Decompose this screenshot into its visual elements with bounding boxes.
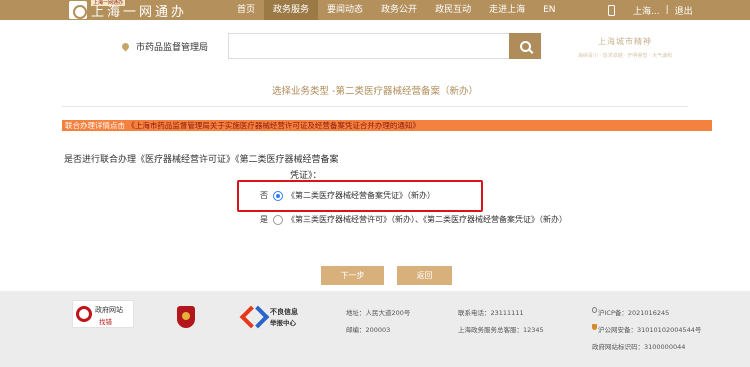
search-icon (519, 40, 531, 52)
location-selector[interactable]: 市药品监督管理局 (120, 40, 209, 53)
logo-mark-icon (69, 1, 87, 19)
gov-site-error-badge[interactable]: 政府网站 找错 (72, 300, 134, 328)
footer-tel: 联系电话：23111111 (458, 309, 524, 317)
magnifier-icon (76, 306, 92, 322)
joint-question-line1: 是否进行联合办理《医疗器械经营许可证》《第二类医疗器械经营备案 (64, 155, 339, 165)
location-pin-icon (120, 41, 131, 52)
option-yes-radio[interactable] (273, 214, 283, 225)
search-button[interactable] (509, 33, 541, 59)
top-nav-bar: 上海一网通办 上海一网通办 首页 政务服务 要闻动态 政务公开 政民互动 走进上… (0, 0, 750, 20)
main-nav: 首页 政务服务 要闻动态 政务公开 政民互动 走进上海 EN (228, 0, 565, 20)
search-input[interactable] (228, 33, 510, 59)
footer-icp[interactable]: 沪ICP备：2021016245 (598, 307, 669, 317)
logo-title: 上海一网通办 (91, 5, 188, 20)
icp-icon (592, 307, 597, 313)
nav-item-news[interactable]: 要闻动态 (318, 0, 372, 20)
badge-subtitle: 找错 (99, 318, 112, 326)
logout-link[interactable]: 退出 (675, 4, 693, 17)
footer-site-code: 政府网站标识码：3100000044 (592, 343, 686, 351)
notice-bar: 联合办理详情点击 《上海市药品监督管理局关于实施医疗器械经营许可证及经营备案凭证… (62, 120, 712, 131)
police-badge-icon (592, 324, 597, 330)
nav-item-shanghai[interactable]: 走进上海 (480, 0, 534, 20)
option-no-key: 否 (260, 191, 268, 200)
notice-label: 联合办理详情点击 (65, 121, 125, 130)
party-emblem-icon[interactable] (177, 306, 195, 328)
location-label: 市药品监督管理局 (136, 43, 209, 53)
footer-hotline: 上海政务服务总客服：12345 (458, 326, 544, 334)
divider (62, 106, 688, 107)
footer-address: 地址：人民大道200号 (346, 309, 411, 317)
option-yes-key: 是 (260, 215, 268, 224)
option-no-label: 《第二类医疗器械经营备案凭证》（新办） (287, 191, 435, 200)
site-logo[interactable]: 上海一网通办 上海一网通办 (69, 0, 211, 20)
nav-item-home[interactable]: 首页 (228, 0, 264, 20)
badge-title: 政府网站 (95, 306, 123, 314)
user-separator: | (665, 5, 669, 15)
notice-link[interactable]: 《上海市药品监督管理局关于实施医疗器械经营许可证及经营备案凭证合并办理的通知》 (127, 121, 420, 130)
option-yes[interactable]: 是 《第三类医疗器械经营许可》（新办）、《第二类医疗器械经营备案凭证》（新办） (260, 214, 567, 225)
slogan-title: 上海城市精神 (598, 37, 652, 46)
user-name[interactable]: 上海... (633, 4, 660, 17)
back-button[interactable]: 返回 (397, 266, 452, 285)
report-center-icon[interactable] (243, 307, 263, 323)
footer-postcode: 邮编：200003 (346, 326, 391, 334)
footer-police-record[interactable]: 沪公网安备：31010102004544号 (598, 324, 701, 334)
slogan-subtitle: 海纳百川 · 追求卓越 · 开明睿智 · 大气谦和 (577, 53, 673, 59)
user-area: 上海... | 退出 (608, 0, 693, 20)
city-slogan: 上海城市精神 海纳百川 · 追求卓越 · 开明睿智 · 大气谦和 (570, 36, 680, 59)
nav-item-services[interactable]: 政务服务 (264, 0, 319, 20)
logo-text: 上海一网通办 上海一网通办 (91, 0, 211, 20)
option-no-radio[interactable] (273, 190, 283, 201)
option-yes-label: 《第三类医疗器械经营许可》（新办）、《第二类医疗器械经营备案凭证》（新办） (287, 215, 567, 224)
mobile-phone-icon[interactable] (608, 4, 615, 16)
report-center-title[interactable]: 不良信息 (270, 307, 298, 317)
next-button[interactable]: 下一步 (321, 266, 384, 285)
page-title: 选择业务类型 -第二类医疗器械经营备案（新办） (272, 86, 478, 97)
nav-item-english[interactable]: EN (534, 0, 564, 20)
nav-item-public[interactable]: 政务公开 (372, 0, 426, 20)
report-center-subtitle[interactable]: 举报中心 (270, 317, 296, 327)
nav-item-interaction[interactable]: 政民互动 (426, 0, 480, 20)
option-no[interactable]: 否 《第二类医疗器械经营备案凭证》（新办） (260, 190, 435, 201)
